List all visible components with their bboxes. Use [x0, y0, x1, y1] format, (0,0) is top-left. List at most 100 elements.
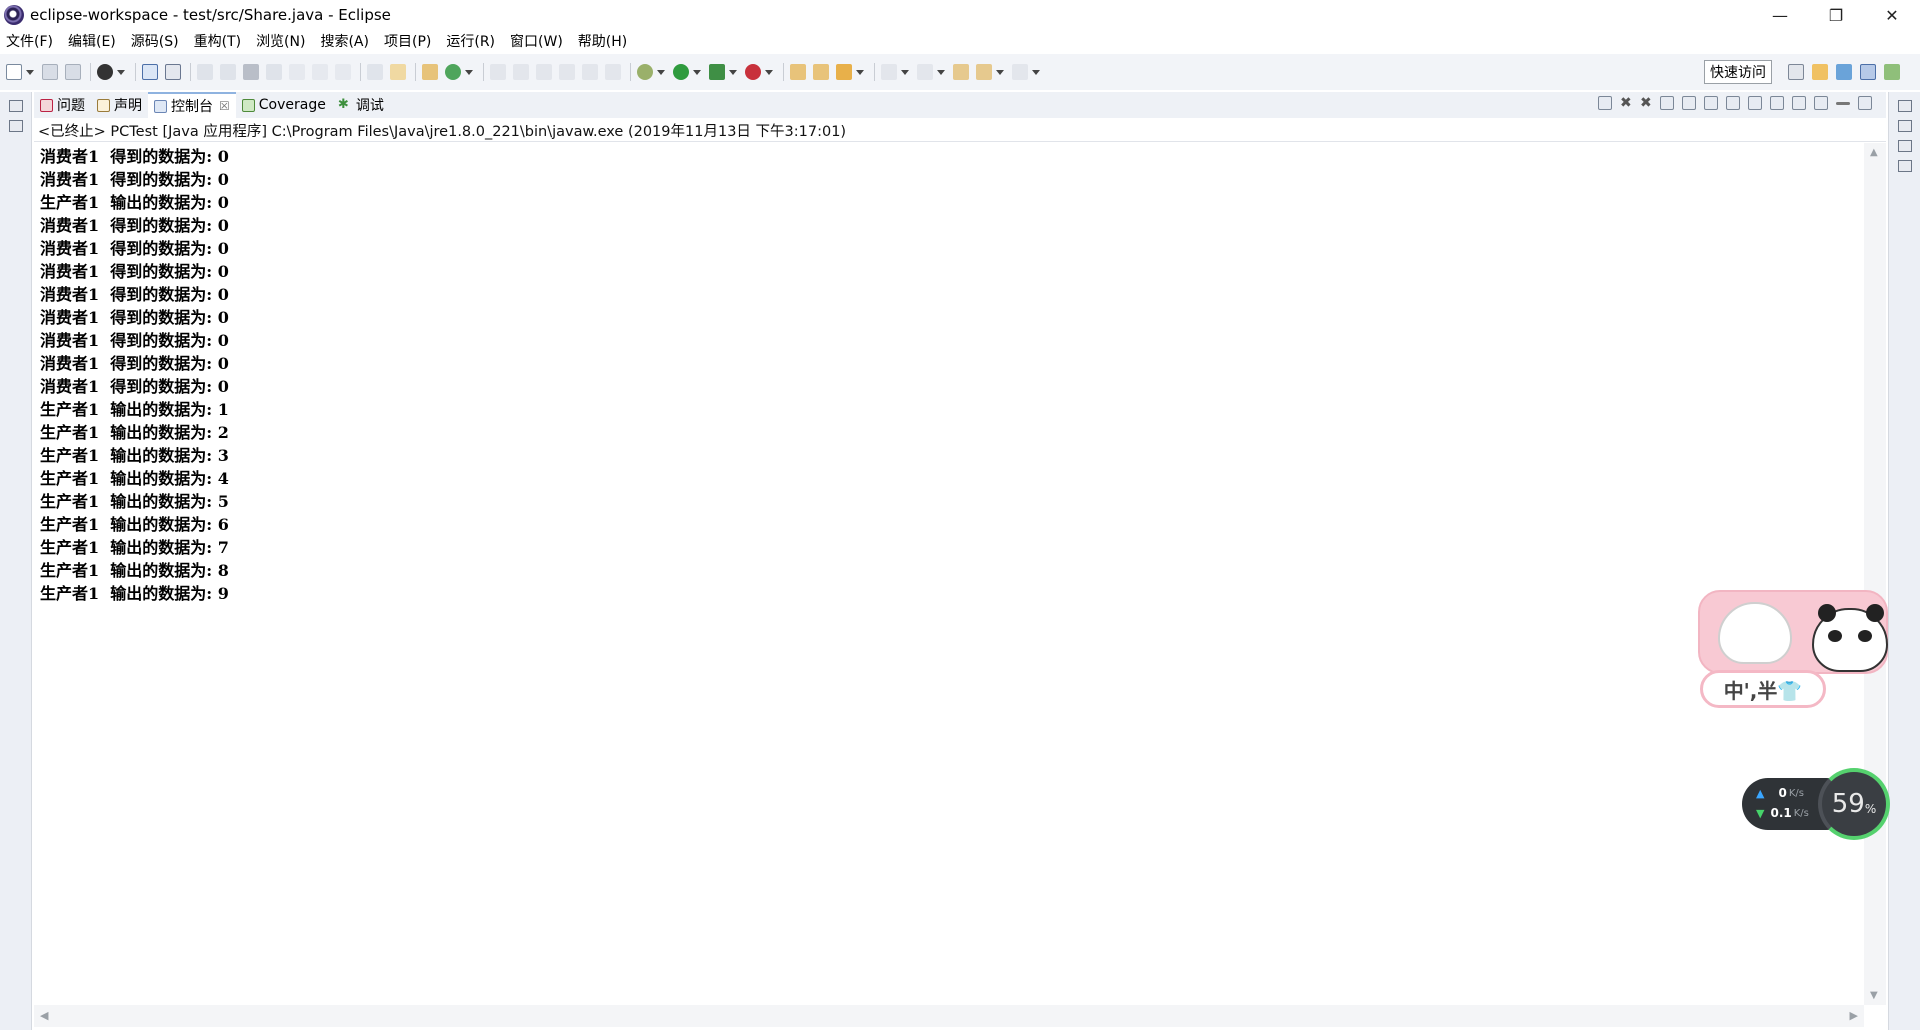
forward-dropdown-icon[interactable]	[1032, 69, 1040, 75]
step-into-icon[interactable]	[289, 64, 305, 80]
last-edit-location-icon[interactable]	[953, 64, 969, 80]
external-tools-dropdown-icon[interactable]	[765, 69, 773, 75]
save-all-icon[interactable]	[65, 64, 81, 80]
menu-navigate[interactable]: 浏览(N)	[256, 31, 305, 51]
network-speed-widget[interactable]: ▲ 0 K/s ▼ 0.1 K/s 59 %	[1742, 768, 1890, 858]
display-selected-console-icon[interactable]	[1792, 96, 1806, 110]
maximize-view-icon[interactable]	[1858, 96, 1872, 110]
external-tools-icon[interactable]	[745, 64, 761, 80]
new-java-package-icon[interactable]	[422, 64, 438, 80]
ime-mode-label[interactable]: 中',半👕	[1700, 670, 1826, 708]
next-annotation-dropdown-icon[interactable]	[901, 69, 909, 75]
search-toolbar-icon[interactable]	[490, 64, 506, 80]
word-wrap-console-icon[interactable]	[1704, 96, 1718, 110]
show-whitespace-icon[interactable]	[582, 64, 598, 80]
word-wrap-icon[interactable]	[605, 64, 621, 80]
bug-perspective-icon[interactable]	[1884, 64, 1900, 80]
minimize-button[interactable]: —	[1752, 0, 1808, 30]
disconnect-icon[interactable]	[266, 64, 282, 80]
task-list-icon[interactable]	[1897, 160, 1912, 172]
step-over-icon[interactable]	[312, 64, 328, 80]
forward-icon[interactable]	[1012, 64, 1028, 80]
back-icon[interactable]	[976, 64, 992, 80]
resume-icon[interactable]	[197, 64, 213, 80]
tab-debug[interactable]: ✱ 调试	[332, 92, 390, 118]
open-task-icon[interactable]	[813, 64, 829, 80]
remove-all-terminated-icon[interactable]: ✖	[1640, 96, 1652, 110]
show-on-stdout-icon[interactable]	[1726, 96, 1740, 110]
vertical-scrollbar[interactable]: ▲ ▼	[1864, 143, 1886, 1005]
pin-console-icon[interactable]	[1770, 96, 1784, 110]
java-perspective-icon[interactable]	[1836, 64, 1852, 80]
previous-annotation-icon[interactable]	[917, 64, 933, 80]
debug-icon[interactable]	[637, 64, 653, 80]
new-dropdown-icon[interactable]	[26, 69, 34, 75]
debug-perspective-icon[interactable]	[1860, 64, 1876, 80]
java-ee-perspective-icon[interactable]	[1812, 64, 1828, 80]
quick-access-field[interactable]: 快速访问	[1704, 60, 1772, 84]
new-class-dropdown-icon[interactable]	[465, 69, 473, 75]
open-type-icon[interactable]	[790, 64, 806, 80]
menu-search[interactable]: 搜索(A)	[320, 31, 369, 51]
back-dropdown-icon[interactable]	[996, 69, 1004, 75]
skip-breakpoints-icon[interactable]	[165, 64, 181, 80]
restore-stack-icon[interactable]	[8, 100, 23, 112]
tab-problems[interactable]: 问题	[34, 92, 91, 118]
tab-coverage[interactable]: Coverage	[236, 92, 332, 118]
restore-right-stack-icon[interactable]	[1897, 100, 1912, 112]
tab-declaration[interactable]: 声明	[91, 92, 148, 118]
clear-console-icon[interactable]	[1660, 96, 1674, 110]
terminate-icon[interactable]	[243, 64, 259, 80]
new-java-class-icon[interactable]	[445, 64, 461, 80]
menu-window[interactable]: 窗口(W)	[510, 31, 563, 51]
step-return-icon[interactable]	[335, 64, 351, 80]
menu-project[interactable]: 项目(P)	[384, 31, 431, 51]
profile-icon[interactable]	[97, 64, 113, 80]
scroll-lock-icon[interactable]	[1682, 96, 1696, 110]
scroll-left-icon[interactable]: ◀	[40, 1009, 48, 1022]
drop-to-frame-icon[interactable]	[367, 64, 383, 80]
search-dropdown-icon[interactable]	[856, 69, 864, 75]
scroll-right-icon[interactable]: ▶	[1850, 1009, 1858, 1022]
restore-right-stack-2-icon[interactable]	[1897, 140, 1912, 152]
pen-icon[interactable]	[513, 64, 529, 80]
search-menu-icon[interactable]	[836, 64, 852, 80]
minimize-view-icon[interactable]	[1836, 101, 1850, 105]
run-dropdown-icon[interactable]	[693, 69, 701, 75]
coverage-run-icon[interactable]	[709, 64, 725, 80]
package-explorer-icon[interactable]	[8, 120, 23, 132]
menu-source[interactable]: 源码(S)	[131, 31, 179, 51]
menu-run[interactable]: 运行(R)	[446, 31, 495, 51]
menu-file[interactable]: 文件(F)	[6, 31, 53, 51]
menu-help[interactable]: 帮助(H)	[578, 31, 627, 51]
toggle-block-icon[interactable]	[559, 64, 575, 80]
ime-status-widget[interactable]: 中',半👕	[1698, 590, 1890, 712]
scroll-down-icon[interactable]: ▼	[1870, 990, 1878, 1001]
coverage-dropdown-icon[interactable]	[729, 69, 737, 75]
close-tab-icon[interactable]: ☒	[219, 99, 230, 113]
open-perspective-icon[interactable]	[1788, 64, 1804, 80]
new-icon[interactable]	[6, 64, 22, 80]
open-console-icon[interactable]	[1814, 96, 1828, 110]
tab-console[interactable]: 控制台 ☒	[148, 92, 236, 118]
remove-launch-icon[interactable]: ✖	[1620, 96, 1632, 110]
console-toolbar-icon[interactable]	[142, 64, 158, 80]
mark-occurrences-icon[interactable]	[536, 64, 552, 80]
terminate-console-icon[interactable]	[1598, 96, 1612, 110]
menu-refactor[interactable]: 重构(T)	[194, 31, 241, 51]
profile-dropdown-icon[interactable]	[117, 69, 125, 75]
debug-dropdown-icon[interactable]	[657, 69, 665, 75]
restore-button[interactable]: ❐	[1808, 0, 1864, 30]
menu-edit[interactable]: 编辑(E)	[68, 31, 116, 51]
outline-icon[interactable]	[1897, 120, 1912, 132]
show-on-stderr-icon[interactable]	[1748, 96, 1762, 110]
horizontal-scrollbar[interactable]: ◀ ▶	[34, 1005, 1864, 1027]
suspend-icon[interactable]	[220, 64, 236, 80]
previous-annotation-dropdown-icon[interactable]	[937, 69, 945, 75]
save-icon[interactable]	[42, 64, 58, 80]
next-annotation-icon[interactable]	[881, 64, 897, 80]
console-output[interactable]: 消费者1 得到的数据为: 0 消费者1 得到的数据为: 0 生产者1 输出的数据为:…	[34, 143, 1864, 1005]
use-step-filters-icon[interactable]	[390, 64, 406, 80]
close-window-button[interactable]: ✕	[1864, 0, 1920, 30]
scroll-up-icon[interactable]: ▲	[1870, 147, 1878, 158]
